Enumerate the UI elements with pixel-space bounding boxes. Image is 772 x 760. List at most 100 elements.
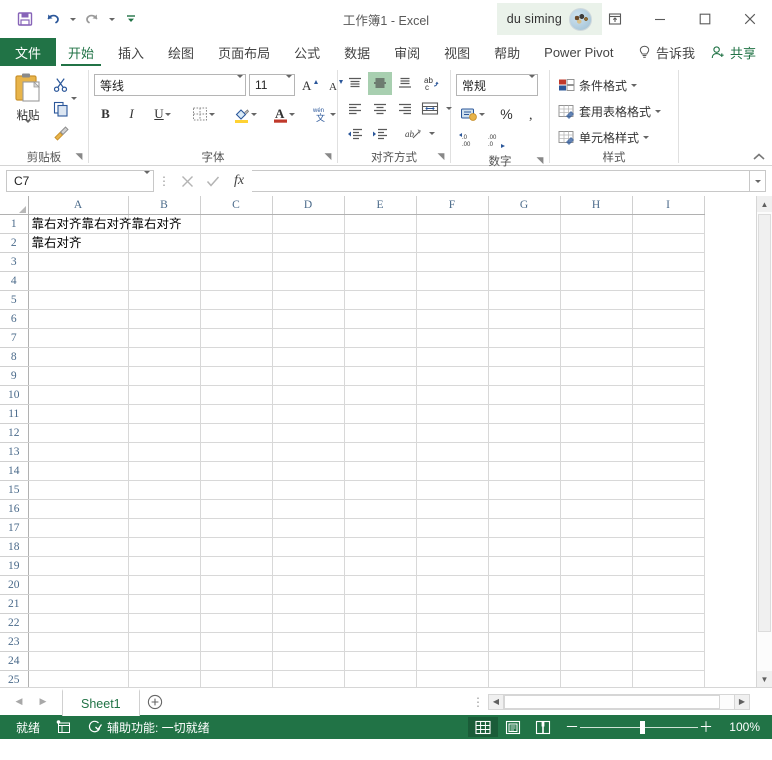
- vertical-scrollbar[interactable]: ▲ ▼: [756, 196, 772, 687]
- cell-A24[interactable]: [28, 651, 129, 671]
- clipboard-dialog-launcher-icon[interactable]: ◥: [74, 152, 84, 162]
- borders-chevron-down-icon[interactable]: [209, 112, 215, 116]
- undo-icon[interactable]: [40, 6, 66, 32]
- cell-G3[interactable]: [488, 252, 561, 272]
- row-header-4[interactable]: 4: [0, 271, 29, 291]
- cell-D1[interactable]: [272, 214, 345, 234]
- expand-formula-bar-icon[interactable]: [750, 170, 766, 192]
- cell-I11[interactable]: [632, 404, 705, 424]
- cell-D4[interactable]: [272, 271, 345, 291]
- view-normal-button[interactable]: [468, 717, 498, 737]
- cell-H17[interactable]: [560, 518, 633, 538]
- conditional-formatting-button[interactable]: 条件格式: [555, 73, 640, 97]
- cell-D25[interactable]: [272, 670, 345, 687]
- cell-E11[interactable]: [344, 404, 417, 424]
- cell-I24[interactable]: [632, 651, 705, 671]
- account-chip[interactable]: du siming: [496, 3, 602, 35]
- cell-E10[interactable]: [344, 385, 417, 405]
- cell-E4[interactable]: [344, 271, 417, 291]
- cell-I16[interactable]: [632, 499, 705, 519]
- cell-A21[interactable]: [28, 594, 129, 614]
- copy-button[interactable]: [51, 97, 79, 120]
- font-size-chevron-down-icon[interactable]: [286, 75, 292, 92]
- zoom-in-button[interactable]: ＋: [698, 720, 714, 734]
- cell-E6[interactable]: [344, 309, 417, 329]
- cell-I20[interactable]: [632, 575, 705, 595]
- cell-D10[interactable]: [272, 385, 345, 405]
- align-left-button[interactable]: [343, 97, 367, 120]
- cell-F8[interactable]: [416, 347, 489, 367]
- cell-C18[interactable]: [200, 537, 273, 557]
- cell-I6[interactable]: [632, 309, 705, 329]
- cell-A5[interactable]: [28, 290, 129, 310]
- cell-G7[interactable]: [488, 328, 561, 348]
- column-header-F[interactable]: F: [416, 196, 489, 215]
- minimize-icon[interactable]: [637, 0, 682, 38]
- cell-B9[interactable]: [128, 366, 201, 386]
- cell-B23[interactable]: [128, 632, 201, 652]
- cell-A3[interactable]: [28, 252, 129, 272]
- cell-B12[interactable]: [128, 423, 201, 443]
- undo-chevron-down-icon[interactable]: [68, 17, 77, 21]
- cell-A14[interactable]: [28, 461, 129, 481]
- cell-B6[interactable]: [128, 309, 201, 329]
- align-center-button[interactable]: [368, 97, 392, 120]
- column-header-E[interactable]: E: [344, 196, 417, 215]
- customize-qat-icon[interactable]: [118, 6, 144, 32]
- cell-I8[interactable]: [632, 347, 705, 367]
- name-box[interactable]: C7: [6, 170, 154, 192]
- ribbon-display-options-icon[interactable]: [592, 0, 637, 38]
- cell-I14[interactable]: [632, 461, 705, 481]
- cell-F9[interactable]: [416, 366, 489, 386]
- cell-B10[interactable]: [128, 385, 201, 405]
- row-header-15[interactable]: 15: [0, 480, 29, 500]
- cell-A7[interactable]: [28, 328, 129, 348]
- cell-A20[interactable]: [28, 575, 129, 595]
- scroll-down-icon[interactable]: ▼: [757, 671, 772, 687]
- cell-G4[interactable]: [488, 271, 561, 291]
- conditional-formatting-chevron-down-icon[interactable]: [631, 83, 638, 87]
- cell-C6[interactable]: [200, 309, 273, 329]
- cell-A15[interactable]: [28, 480, 129, 500]
- comma-style-button[interactable]: ,: [521, 103, 544, 126]
- cell-G18[interactable]: [488, 537, 561, 557]
- cell-F3[interactable]: [416, 252, 489, 272]
- cell-C1[interactable]: [200, 214, 273, 234]
- previous-sheet-icon[interactable]: ◀: [8, 691, 30, 713]
- tab-page-layout[interactable]: 页面布局: [206, 38, 282, 66]
- align-right-button[interactable]: [393, 97, 417, 120]
- cell-A23[interactable]: [28, 632, 129, 652]
- cell-F4[interactable]: [416, 271, 489, 291]
- cell-C15[interactable]: [200, 480, 273, 500]
- cell-B25[interactable]: [128, 670, 201, 687]
- cell-C13[interactable]: [200, 442, 273, 462]
- column-header-D[interactable]: D: [272, 196, 345, 215]
- cell-G12[interactable]: [488, 423, 561, 443]
- cell-C7[interactable]: [200, 328, 273, 348]
- cell-C20[interactable]: [200, 575, 273, 595]
- insert-function-icon[interactable]: fx: [226, 170, 252, 192]
- cell-H2[interactable]: [560, 233, 633, 253]
- cell-I10[interactable]: [632, 385, 705, 405]
- cell-G17[interactable]: [488, 518, 561, 538]
- cell-G20[interactable]: [488, 575, 561, 595]
- cell-B17[interactable]: [128, 518, 201, 538]
- cell-G11[interactable]: [488, 404, 561, 424]
- cell-I5[interactable]: [632, 290, 705, 310]
- row-header-21[interactable]: 21: [0, 594, 29, 614]
- font-name-combobox[interactable]: 等线: [94, 74, 246, 96]
- avatar[interactable]: [569, 7, 592, 31]
- cell-D21[interactable]: [272, 594, 345, 614]
- cell-C11[interactable]: [200, 404, 273, 424]
- phonetic-chevron-down-icon[interactable]: [330, 112, 336, 116]
- horizontal-scroll-track[interactable]: [504, 693, 734, 710]
- horizontal-scroll-thumb[interactable]: [504, 694, 720, 709]
- cell-G21[interactable]: [488, 594, 561, 614]
- cell-H18[interactable]: [560, 537, 633, 557]
- cell-F19[interactable]: [416, 556, 489, 576]
- paste-chevron-down-icon[interactable]: [25, 120, 31, 141]
- format-painter-button[interactable]: [51, 122, 79, 144]
- borders-button[interactable]: [187, 103, 220, 126]
- column-header-C[interactable]: C: [200, 196, 273, 215]
- row-header-11[interactable]: 11: [0, 404, 29, 424]
